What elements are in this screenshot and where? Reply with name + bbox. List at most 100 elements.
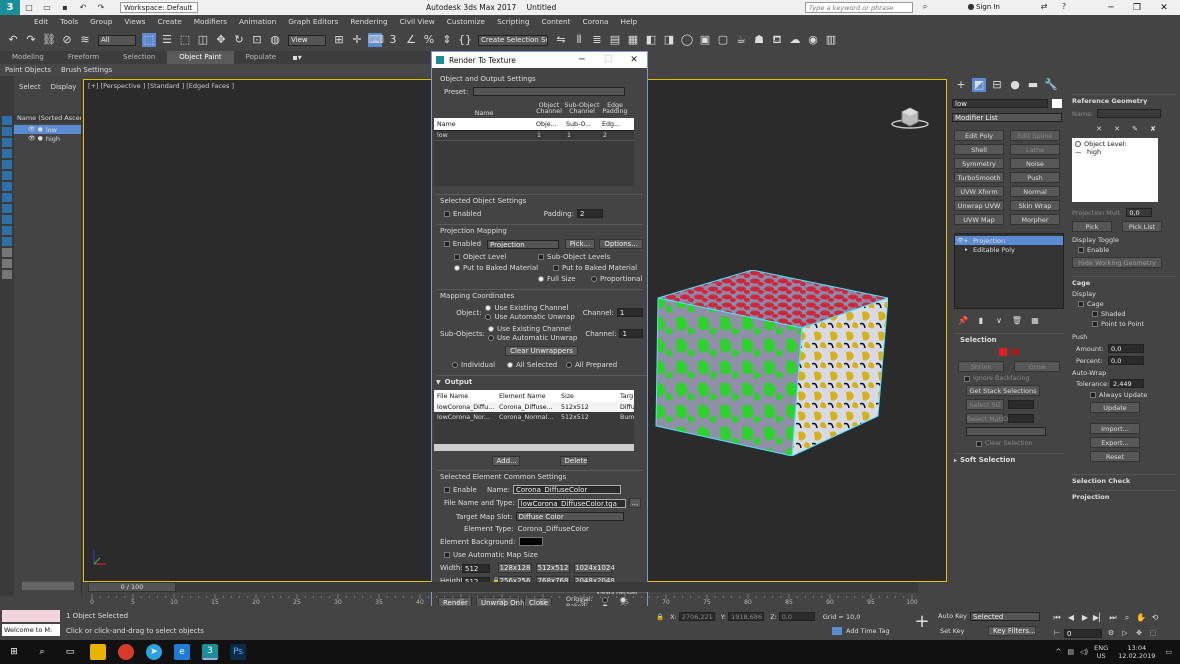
select-matid-button[interactable]: Select MatID — [966, 413, 1008, 424]
subcol-padding[interactable]: Edg... — [600, 121, 630, 128]
create-tab-icon[interactable]: + — [954, 78, 968, 92]
link-icon[interactable]: ⛓ — [42, 33, 56, 47]
rect-region-icon[interactable]: ⬚ — [178, 33, 192, 47]
scene-item-low[interactable]: 👁 ● low — [14, 125, 81, 134]
scene-tab-select[interactable]: Select — [14, 83, 46, 91]
preset-dropdown[interactable] — [473, 87, 626, 96]
table-row[interactable]: lowCorona_Diffu... Corona_Diffuse... 512… — [434, 402, 634, 412]
file-explorer-icon[interactable] — [90, 644, 106, 660]
stack-item-editable-poly[interactable]: ▸ Editable Poly — [955, 245, 1063, 254]
padding-spinner[interactable]: 2 — [577, 209, 603, 218]
proj-mult-spinner[interactable]: 0,0 — [1126, 208, 1153, 217]
filter-all-icon[interactable] — [2, 248, 12, 257]
matid-dropdown[interactable] — [966, 427, 1046, 436]
lathe-button[interactable]: Lathe — [1010, 144, 1060, 155]
edit-spline-button[interactable]: Edit Spline — [1010, 130, 1060, 141]
proportional-radio[interactable] — [591, 276, 597, 282]
ribbon-toggle-icon[interactable]: ▦ — [626, 33, 640, 47]
menu-create[interactable]: Create — [151, 15, 187, 29]
time-config-icon[interactable]: ⚙ — [1104, 626, 1118, 640]
uvw-map-button[interactable]: UVW Map — [954, 214, 1004, 225]
make-unique-icon[interactable]: ∨ — [992, 314, 1006, 328]
scene-item-high[interactable]: 👁 ● high — [14, 134, 81, 143]
sub-channel-spinner[interactable]: 1 — [619, 329, 643, 338]
menu-animation[interactable]: Animation — [233, 15, 282, 29]
table-row[interactable]: lowCorona_Nor... Corona_Normal... 512x51… — [434, 412, 634, 422]
visibility-icon[interactable]: 👁 — [28, 135, 36, 142]
shaded-checkbox[interactable] — [1092, 311, 1098, 317]
menu-corona[interactable]: Corona — [577, 15, 615, 29]
save-icon[interactable]: ▪ — [58, 1, 72, 15]
select-manipulate-icon[interactable]: ✛ — [350, 33, 364, 47]
menu-edit[interactable]: Edit — [28, 15, 54, 29]
output-collapse-icon[interactable]: ▼ — [436, 379, 441, 386]
utilities-tab-icon[interactable]: 🔧 — [1044, 78, 1058, 92]
cube-object[interactable] — [652, 269, 890, 457]
modifier-list-dropdown[interactable]: Modifier List — [952, 113, 1062, 122]
schematic-icon[interactable]: ◨ — [662, 33, 676, 47]
display-tab-icon[interactable]: ▬ — [1026, 78, 1040, 92]
goto-start-icon[interactable]: ⏮ — [1050, 611, 1064, 625]
window-crossing-icon[interactable]: ◫ — [196, 33, 210, 47]
tab-selection[interactable]: Selection — [111, 51, 167, 64]
all-prepared-radio[interactable] — [566, 362, 572, 368]
timeline-ruler[interactable]: 0 5 10 15 20 25 30 35 40 45 50 55 60 65 70 75 80 85 90 95 10… — [88, 594, 918, 606]
scale-icon[interactable]: ⊡ — [250, 33, 264, 47]
select-sg-spinner[interactable] — [1008, 400, 1034, 409]
lang-2[interactable]: US — [1094, 652, 1108, 660]
search-icon[interactable]: ⌕ — [918, 0, 932, 14]
dialog-title-bar[interactable]: Render To Texture ─ ☐ ✕ — [432, 52, 647, 68]
angle-snap-icon[interactable]: ∠ — [404, 33, 418, 47]
amount-spinner[interactable]: 0,0 — [1108, 344, 1144, 353]
shell-button[interactable]: Shell — [954, 144, 1004, 155]
hide-working-geometry-button[interactable]: Hide Working Geometry — [1072, 257, 1162, 268]
x-coord-field[interactable]: 2706,221 — [678, 612, 715, 621]
col-edge-padding[interactable]: Edge Padding — [600, 102, 630, 115]
unlink-icon[interactable]: ⊘ — [60, 33, 74, 47]
filter-spacewarps-icon[interactable] — [2, 171, 12, 180]
element-background-swatch[interactable] — [519, 537, 544, 546]
exchange-icon[interactable]: ⇄ — [1037, 0, 1051, 14]
key-mode-icon[interactable]: ⊢ — [1050, 626, 1064, 640]
tray-chevron-icon[interactable]: ^ — [1056, 648, 1062, 656]
curve-editor-icon[interactable]: ◧ — [644, 33, 658, 47]
projection-dropdown[interactable]: Projection — [487, 239, 559, 249]
expand-icon[interactable]: ▸ — [965, 247, 973, 253]
pick-button[interactable]: Pick... — [564, 239, 596, 249]
fov-icon[interactable]: ▷ — [1118, 626, 1132, 640]
size-512-button[interactable]: 512x512 — [536, 563, 570, 573]
filter-lights-icon[interactable] — [2, 138, 12, 147]
pan-icon[interactable]: ✋ — [1134, 611, 1148, 625]
workspace-dropdown[interactable]: Workspace: Default — [120, 2, 198, 13]
soft-selection-title[interactable]: Soft Selection — [960, 456, 1015, 464]
scene-column-header[interactable]: Name (Sorted Ascen — [14, 114, 81, 123]
sub-use-existing-radio[interactable] — [488, 326, 494, 332]
enabled-checkbox[interactable] — [444, 210, 450, 217]
visibility-icon[interactable]: 👁 — [957, 238, 965, 244]
scene-scrollbar[interactable] — [22, 582, 74, 590]
align-icon[interactable]: ⫴ — [572, 33, 586, 47]
menu-tools[interactable]: Tools — [54, 15, 84, 29]
table-row[interactable]: low 1 1 2 — [434, 131, 634, 141]
corona-icon[interactable]: ◉ — [806, 33, 820, 47]
export-button[interactable]: Export... — [1090, 437, 1140, 448]
undo-icon[interactable]: ↶ — [6, 33, 20, 47]
paint-objects-label[interactable]: Paint Objects — [0, 64, 56, 76]
redo-icon[interactable]: ↷ — [24, 33, 38, 47]
get-stack-selections-button[interactable]: Get Stack Selections — [966, 385, 1040, 396]
section-mapping-coordinates[interactable]: Mapping Coordinates — [440, 292, 643, 300]
named-sel-icon[interactable]: {} — [458, 33, 472, 47]
noise-button[interactable]: Noise — [1010, 158, 1060, 169]
open-icon[interactable]: ▭ — [40, 1, 54, 15]
filter-hidden-icon[interactable] — [2, 237, 12, 246]
telegram-icon[interactable]: ➤ — [146, 644, 162, 660]
ref-coord-dropdown[interactable]: View — [288, 34, 326, 46]
named-selection-dropdown[interactable]: Create Selection Se — [478, 34, 548, 46]
set-key-button[interactable]: Set Key — [940, 627, 965, 635]
tab-modeling[interactable]: Modeling — [0, 51, 56, 64]
element-selection-icon[interactable] — [1011, 348, 1019, 356]
selection-check-title[interactable]: Selection Check — [1072, 474, 1176, 485]
volume-icon[interactable]: ◁) — [1080, 648, 1088, 656]
maxscript-input[interactable]: Welcome to M: — [2, 624, 60, 636]
undo-icon[interactable]: ↶ — [76, 1, 90, 15]
